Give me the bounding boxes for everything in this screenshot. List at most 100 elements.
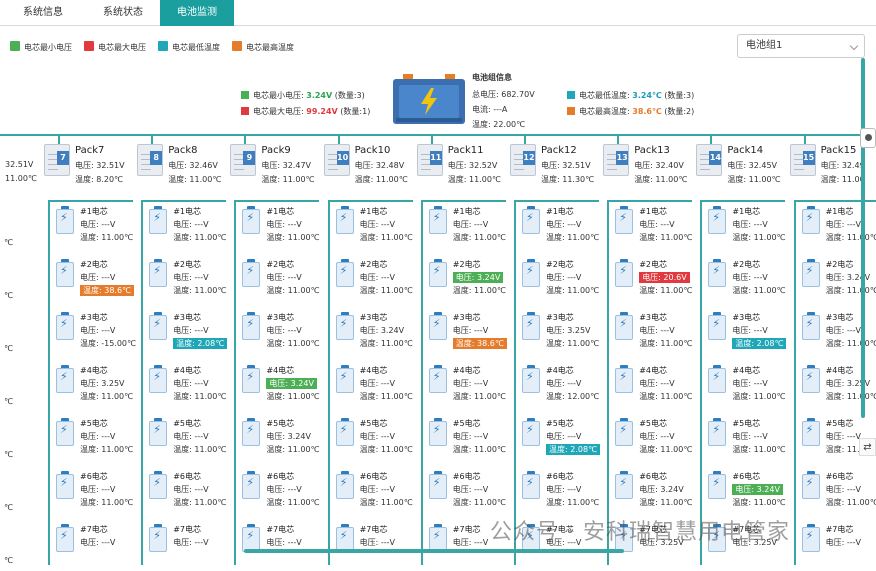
cell-item[interactable]: ⚡ #2电芯 电压: ---V 温度: 38.6℃ [44,253,137,306]
cell-item[interactable]: ⚡ #3电芯 电压: ---V 温度: 11.00℃ [603,306,696,359]
cell-item[interactable]: ⚡ #7电芯 电压: ---V [790,518,876,571]
cell-battery-icon: ⚡ [149,365,168,393]
cell-item[interactable]: ⚡ #5电芯 电压: ---V 温度: 2.08℃ [510,412,603,465]
cell-name: #1电芯 [173,207,201,216]
cell-name: #2电芯 [546,260,574,269]
pack-name[interactable]: Pack15 [821,145,857,156]
cell-item[interactable]: ⚡ #1电芯 电压: ---V 温度: 11.00℃ [510,200,603,253]
cell-item[interactable]: ⚡ #3电芯 电压: ---V 温度: 11.00℃ [230,306,323,359]
cell-item[interactable]: ⚡ #7电芯 电压: ---V [230,518,323,571]
cell-item[interactable]: ⚡ #6电芯 电压: ---V 温度: 11.00℃ [230,465,323,518]
pack-name[interactable]: Pack13 [634,145,670,156]
cell-item[interactable]: ⚡ #6电芯 电压: ---V 温度: 11.00℃ [510,465,603,518]
pack-icon[interactable]: 10 [323,144,350,176]
cell-item[interactable]: ⚡ #4电芯 电压: ---V 温度: 11.00℃ [696,359,789,412]
cell-item[interactable]: ⚡ #6电芯 电压: ---V 温度: 11.00℃ [44,465,137,518]
tab-battery-monitor[interactable]: 电池监测 [160,0,234,26]
tab-system-info[interactable]: 系统信息 [0,0,86,26]
vertical-scrollbar[interactable] [861,58,865,418]
cell-item[interactable]: ⚡ #4电芯 电压: ---V 温度: 11.00℃ [137,359,230,412]
cell-item[interactable]: ⚡ #2电芯 电压: ---V 温度: 11.00℃ [230,253,323,306]
pack-name[interactable]: Pack7 [75,145,104,156]
cell-item[interactable]: ⚡ #6电芯 电压: ---V 温度: 11.00℃ [417,465,510,518]
partial-cell-temp: ℃ [4,344,13,353]
cell-item[interactable]: ⚡ #3电芯 电压: ---V 温度: 38.6℃ [417,306,510,359]
pack-icon[interactable]: 14 [696,144,723,176]
horizontal-scrollbar[interactable] [244,549,624,553]
cell-item[interactable]: ⚡ #3电芯 电压: ---V 温度: 2.08℃ [137,306,230,359]
cell-item[interactable]: ⚡ #5电芯 电压: ---V 温度: 11.00℃ [137,412,230,465]
summary-max-temp: 电芯最高温度: 38.6℃ (数量:2) [567,106,694,118]
cell-name: #3电芯 [80,313,108,322]
side-tool-icon[interactable]: ⇄ [859,438,876,456]
cell-item[interactable]: ⚡ #1电芯 电压: ---V 温度: 11.00℃ [137,200,230,253]
pack-number: 13 [616,151,629,165]
cell-item[interactable]: ⚡ #4电芯 电压: ---V 温度: 11.00℃ [603,359,696,412]
cell-item[interactable]: ⚡ #5电芯 电压: 3.24V 温度: 11.00℃ [230,412,323,465]
cell-item[interactable]: ⚡ #5电芯 电压: ---V 温度: 11.00℃ [696,412,789,465]
cell-item[interactable]: ⚡ #3电芯 电压: 3.25V 温度: 11.00℃ [510,306,603,359]
cell-voltage: 电压: ---V [453,325,488,336]
lightning-icon: ⚡ [246,370,255,383]
cell-item[interactable]: ⚡ #5电芯 电压: ---V 温度: 11.00℃ [324,412,417,465]
cell-item[interactable]: ⚡ #4电芯 电压: ---V 温度: 12.00℃ [510,359,603,412]
cell-voltage: 电压: ---V [266,484,301,495]
cell-item[interactable]: ⚡ #6电芯 电压: ---V 温度: 11.00℃ [790,465,876,518]
cell-voltage: 电压: ---V [826,484,861,495]
pack-icon[interactable]: 13 [603,144,630,176]
cell-item[interactable]: ⚡ #1电芯 电压: ---V 温度: 11.00℃ [696,200,789,253]
cell-item[interactable]: ⚡ #1电芯 电压: ---V 温度: 11.00℃ [417,200,510,253]
pack-icon[interactable]: 11 [416,144,443,176]
tab-system-status[interactable]: 系统状态 [86,0,160,26]
cell-item[interactable]: ⚡ #6电芯 电压: ---V 温度: 11.00℃ [324,465,417,518]
pack-icon[interactable]: 12 [510,144,536,176]
pack-name[interactable]: Pack9 [261,145,290,156]
cell-item[interactable]: ⚡ #1电芯 电压: ---V 温度: 11.00℃ [603,200,696,253]
cell-item[interactable]: ⚡ #2电芯 电压: 20.6V 温度: 11.00℃ [603,253,696,306]
pack-icon[interactable]: 8 [137,144,164,176]
battery-group-select[interactable]: 电池组1 [737,34,865,58]
cell-item[interactable]: ⚡ #3电芯 电压: ---V 温度: 2.08℃ [696,306,789,359]
side-float-button[interactable] [860,128,876,148]
cell-item[interactable]: ⚡ #2电芯 电压: 3.24V 温度: 11.00℃ [417,253,510,306]
cell-item[interactable]: ⚡ #2电芯 电压: ---V 温度: 11.00℃ [324,253,417,306]
cell-item[interactable]: ⚡ #4电芯 电压: ---V 温度: 11.00℃ [324,359,417,412]
pack-name[interactable]: Pack12 [541,145,577,156]
cell-name: #2电芯 [359,260,388,269]
cell-item[interactable]: ⚡ #6电芯 电压: 3.24V 温度: 11.00℃ [696,465,789,518]
cell-item[interactable]: ⚡ #6电芯 电压: 3.24V 温度: 11.00℃ [603,465,696,518]
cell-item[interactable]: ⚡ #3电芯 电压: 3.24V 温度: 11.00℃ [324,306,417,359]
pack-name[interactable]: Pack11 [448,145,484,156]
pack-icon[interactable]: 9 [230,144,257,176]
cell-item[interactable]: ⚡ #7电芯 电压: ---V [324,518,417,571]
cell-item[interactable]: ⚡ #4电芯 电压: 3.24V 温度: 11.00℃ [230,359,323,412]
cell-item[interactable]: ⚡ #5电芯 电压: ---V 温度: 11.00℃ [417,412,510,465]
pack-icon[interactable]: 15 [789,144,816,176]
cell-item[interactable]: ⚡ #7电芯 电压: ---V [44,518,137,571]
cell-battery-icon: ⚡ [428,524,447,552]
cell-battery-icon: ⚡ [708,259,727,287]
cell-item[interactable]: ⚡ #4电芯 电压: ---V 温度: 11.00℃ [417,359,510,412]
cell-temperature: 温度: 11.00℃ [173,285,226,296]
cell-item[interactable]: ⚡ #5电芯 电压: ---V 温度: 11.00℃ [603,412,696,465]
cell-temp-text: 温度: 11.00℃ [825,233,876,242]
cell-battery-icon: ⚡ [428,471,447,499]
cell-item[interactable]: ⚡ #1电芯 电压: ---V 温度: 11.00℃ [44,200,137,253]
pack-name[interactable]: Pack14 [727,145,763,156]
cell-item[interactable]: ⚡ #2电芯 电压: ---V 温度: 11.00℃ [696,253,789,306]
cell-item[interactable]: ⚡ #3电芯 电压: ---V 温度: -15.00℃ [44,306,137,359]
group-total-voltage: 总电压: 682.70V [472,90,535,99]
cell-item[interactable]: ⚡ #5电芯 电压: ---V 温度: 11.00℃ [44,412,137,465]
cell-item[interactable]: ⚡ #4电芯 电压: 3.25V 温度: 11.00℃ [44,359,137,412]
cell-item[interactable]: ⚡ #2电芯 电压: ---V 温度: 11.00℃ [510,253,603,306]
cell-item[interactable]: ⚡ #7电芯 电压: ---V [137,518,230,571]
cell-item[interactable]: ⚡ #1电芯 电压: ---V 温度: 11.00℃ [230,200,323,253]
pack-name[interactable]: Pack8 [168,145,197,156]
cell-item[interactable]: ⚡ #1电芯 电压: ---V 温度: 11.00℃ [324,200,417,253]
cell-item[interactable]: ⚡ #2电芯 电压: ---V 温度: 11.00℃ [137,253,230,306]
pack-name[interactable]: Pack10 [355,145,391,156]
cell-item[interactable]: ⚡ #6电芯 电压: ---V 温度: 11.00℃ [137,465,230,518]
pack-icon[interactable]: 7 [44,144,70,176]
select-value: 电池组1 [746,40,783,51]
cell-temperature: 温度: 11.00℃ [639,497,692,508]
